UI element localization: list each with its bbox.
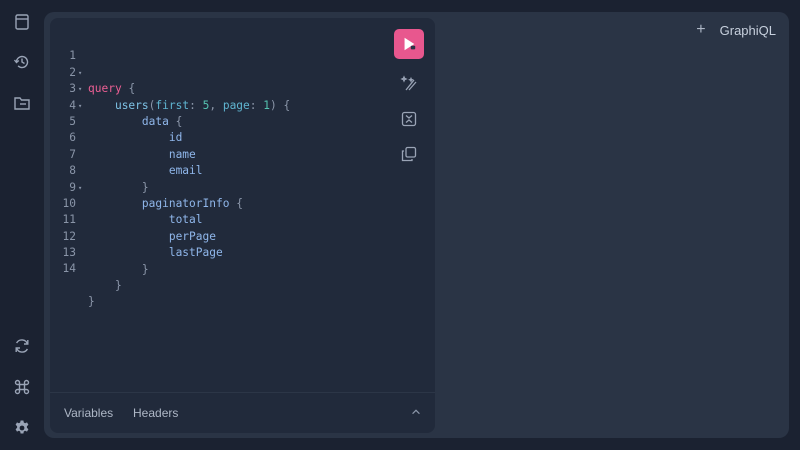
token: { [175,115,183,128]
history-icon[interactable] [11,51,33,73]
editor-tools-bar: Variables Headers [50,392,435,433]
tab-headers[interactable]: Headers [133,406,178,420]
code-line: 6 email [50,114,202,177]
code-line: 13 } [50,229,122,292]
chevron-up-icon[interactable] [409,405,423,419]
merge-fragments-icon[interactable] [398,108,420,130]
code-line: 2 ▾ users(first: 5, page: 1) { [50,48,290,112]
code-line: 14 } [50,245,95,308]
prettify-icon[interactable] [398,73,420,95]
token: } [141,180,149,194]
settings-icon[interactable] [11,417,33,439]
code-line: 5 name [50,98,196,161]
code-line: 10 perPage [50,180,216,243]
code-line: 4 id [50,81,182,145]
token: : [189,98,196,112]
token: page [222,98,250,112]
query-editor[interactable]: 1 ▾ query { 2 ▾ users(first: 5, page: 1)… [50,18,435,433]
code-line: 11 lastPage [50,196,223,259]
token: } [88,295,95,309]
token: perPage [168,229,216,243]
add-tab-button[interactable]: + [696,22,705,38]
copy-icon[interactable] [398,143,420,165]
token: { [236,196,243,210]
refetch-schema-icon[interactable] [11,335,33,357]
code-area[interactable]: 1 ▾ query { 2 ▾ users(first: 5, page: 1)… [50,32,291,308]
token: id [168,131,183,145]
app-title: GraphiQL [719,22,776,38]
token: name [168,147,196,161]
token: data [141,115,169,128]
shortcuts-icon[interactable] [11,376,33,398]
token: : [249,98,257,112]
tab-header: + GraphiQL [696,22,776,38]
line-number: 14 [62,262,76,276]
token: } [114,278,122,292]
tab-variables[interactable]: Variables [64,406,113,420]
token: lastPage [168,246,223,260]
code-line: 1 ▾ query { [50,32,135,95]
sidebar [0,0,44,450]
token: first [155,98,190,112]
code-line: 9 total [50,163,202,227]
token: total [168,213,203,227]
token: , [209,98,217,112]
run-button[interactable] [394,29,424,59]
explorer-folder-icon[interactable] [11,92,33,114]
code-line: 3 ▾ data { [50,65,182,128]
token: { [128,82,136,96]
token: users [114,98,149,112]
token: } [141,262,149,276]
token: query [88,82,122,96]
token: { [283,98,291,112]
play-icon [404,37,416,51]
code-line: 12 } [50,212,149,276]
token: email [168,164,203,178]
code-line: 7 } [50,130,148,194]
code-line: 8 ▾ paginatorInfo { [50,147,243,210]
token: paginatorInfo [141,196,230,210]
token: ) [270,98,277,112]
docs-icon[interactable] [11,11,33,33]
